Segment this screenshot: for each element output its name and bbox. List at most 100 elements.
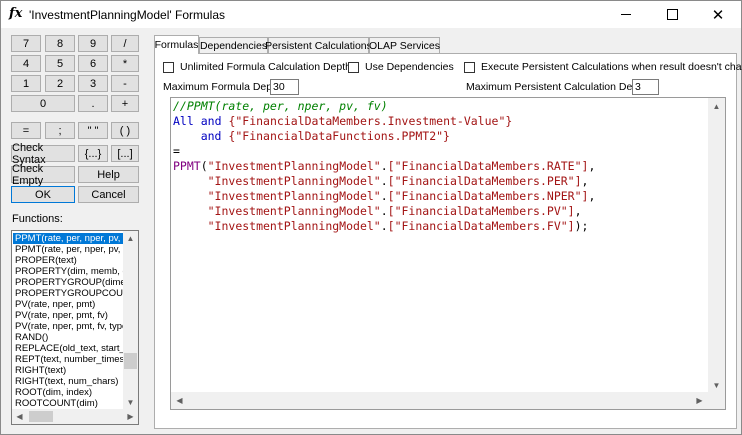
- brackets-button[interactable]: [...]: [111, 145, 139, 162]
- key-plus[interactable]: +: [111, 95, 139, 112]
- function-item[interactable]: REPLACE(old_text, start_num): [13, 343, 124, 354]
- tab-persistent-calculations[interactable]: Persistent Calculations: [265, 37, 372, 53]
- function-item[interactable]: RIGHT(text, num_chars): [13, 376, 124, 387]
- function-item[interactable]: PV(rate, nper, pmt): [13, 299, 124, 310]
- ok-button[interactable]: OK: [11, 186, 75, 203]
- functions-horizontal-scrollbar[interactable]: ◀ ▶: [12, 409, 138, 424]
- code-member-ref: {"FinancialDataMembers.Investment-Value"…: [228, 114, 513, 128]
- key-5[interactable]: 5: [45, 55, 75, 72]
- checkbox-box[interactable]: [464, 61, 475, 73]
- window-title: 'InvestmentPlanningModel' Formulas: [29, 8, 226, 22]
- scroll-thumb[interactable]: [124, 353, 137, 369]
- key-9[interactable]: 9: [78, 35, 108, 52]
- code-function-name: PPMT: [173, 159, 201, 173]
- key-6[interactable]: 6: [78, 55, 108, 72]
- function-item[interactable]: PROPERTYGROUPCOUNT: [13, 288, 124, 299]
- check-empty-button[interactable]: Check Empty: [11, 163, 75, 187]
- scrollbar-corner: [708, 392, 725, 409]
- editor-horizontal-scrollbar[interactable]: ◀ ▶: [171, 392, 708, 409]
- function-item[interactable]: RIGHT(text): [13, 365, 124, 376]
- function-item[interactable]: PROPERTY(dim, memb, group): [13, 266, 124, 277]
- key-minus[interactable]: -: [111, 75, 139, 92]
- functions-list[interactable]: PPMT(rate, per, nper, pv, fv) PPMT(rate,…: [11, 230, 139, 425]
- checkbox-box[interactable]: [163, 61, 174, 73]
- code-arg: ["FinancialDataMembers.NPER"]: [387, 189, 589, 203]
- function-item[interactable]: PV(rate, nper, pmt, fv): [13, 310, 124, 321]
- scroll-right-icon[interactable]: ▶: [123, 409, 138, 424]
- formulas-dialog: fx 'InvestmentPlanningModel' Formulas ✕ …: [0, 0, 742, 435]
- function-item[interactable]: RAND(): [13, 332, 124, 343]
- function-item[interactable]: ROOT(dim, index): [13, 387, 124, 398]
- formula-editor[interactable]: //PPMT(rate, per, nper, pv, fv) All and …: [170, 97, 726, 410]
- minimize-icon: [621, 14, 631, 15]
- maximize-icon: [666, 9, 678, 20]
- key-2[interactable]: 2: [45, 75, 75, 92]
- execute-persistent-checkbox[interactable]: Execute Persistent Calculations when res…: [464, 61, 742, 73]
- close-button[interactable]: ✕: [695, 1, 741, 28]
- code-keyword-all: All: [173, 114, 194, 128]
- title-bar[interactable]: fx 'InvestmentPlanningModel' Formulas ✕: [1, 1, 741, 28]
- fx-icon: fx: [9, 6, 23, 21]
- cancel-button[interactable]: Cancel: [78, 186, 139, 203]
- code-model-ref: "InvestmentPlanningModel": [207, 174, 381, 188]
- use-dependencies-label: Use Dependencies: [365, 61, 454, 73]
- function-item[interactable]: REPT(text, number_times): [13, 354, 124, 365]
- key-8[interactable]: 8: [45, 35, 75, 52]
- code-keyword-and: and: [200, 114, 222, 128]
- code-arg: ["FinancialDataMembers.RATE"]: [387, 159, 589, 173]
- key-0[interactable]: 0: [11, 95, 75, 112]
- code-arg: ["FinancialDataMembers.PV"]: [387, 204, 575, 218]
- key-3[interactable]: 3: [78, 75, 108, 92]
- maximize-button[interactable]: [649, 1, 695, 28]
- tab-formulas[interactable]: Formulas: [154, 35, 199, 54]
- code-member-ref: {"FinancialDataFunctions.PPMT2"}: [228, 129, 450, 143]
- key-multiply[interactable]: *: [111, 55, 139, 72]
- functions-vertical-scrollbar[interactable]: ▲ ▼: [123, 231, 138, 410]
- function-item[interactable]: PPMT(rate, per, nper, pv, fv, type): [13, 244, 124, 255]
- use-dependencies-checkbox[interactable]: Use Dependencies: [348, 61, 454, 73]
- scroll-thumb[interactable]: [29, 411, 53, 422]
- help-button[interactable]: Help: [78, 166, 139, 183]
- max-persistent-depth-input[interactable]: 3: [632, 79, 659, 95]
- check-syntax-button[interactable]: Check Syntax: [11, 142, 75, 166]
- formula-code[interactable]: //PPMT(rate, per, nper, pv, fv) All and …: [173, 99, 707, 234]
- code-arg: ["FinancialDataMembers.FV"]: [387, 219, 575, 233]
- functions-items: PPMT(rate, per, nper, pv, fv) PPMT(rate,…: [13, 233, 124, 409]
- key-equals[interactable]: =: [11, 122, 41, 139]
- key-7[interactable]: 7: [11, 35, 41, 52]
- scroll-right-icon[interactable]: ▶: [691, 392, 708, 409]
- code-equals: =: [173, 144, 180, 158]
- function-item[interactable]: ROOTCOUNT(dim): [13, 398, 124, 409]
- key-parens[interactable]: ( ): [111, 122, 139, 139]
- key-semicolon[interactable]: ;: [45, 122, 75, 139]
- code-model-ref: "InvestmentPlanningModel": [207, 159, 381, 173]
- code-model-ref: "InvestmentPlanningModel": [207, 204, 381, 218]
- code-model-ref: "InvestmentPlanningModel": [207, 189, 381, 203]
- function-item[interactable]: PROPERTYGROUP(dimension): [13, 277, 124, 288]
- key-quotes[interactable]: " ": [78, 122, 108, 139]
- editor-vertical-scrollbar[interactable]: ▲ ▼: [708, 98, 725, 394]
- close-icon: ✕: [711, 5, 725, 24]
- minimize-button[interactable]: [603, 1, 649, 28]
- scroll-left-icon[interactable]: ◀: [171, 392, 188, 409]
- key-decimal[interactable]: .: [78, 95, 108, 112]
- key-4[interactable]: 4: [11, 55, 41, 72]
- scroll-left-icon[interactable]: ◀: [12, 409, 27, 424]
- function-item[interactable]: PROPER(text): [13, 255, 124, 266]
- function-item[interactable]: PV(rate, nper, pmt, fv, type): [13, 321, 124, 332]
- braces-button[interactable]: {...}: [78, 145, 108, 162]
- scroll-up-icon[interactable]: ▲: [708, 98, 725, 115]
- max-persistent-depth-label: Maximum Persistent Calculation Depth:: [466, 81, 650, 93]
- key-1[interactable]: 1: [11, 75, 41, 92]
- key-divide[interactable]: /: [111, 35, 139, 52]
- code-keyword-and: and: [200, 129, 222, 143]
- function-item[interactable]: PPMT(rate, per, nper, pv, fv): [13, 233, 124, 244]
- scroll-up-icon[interactable]: ▲: [123, 231, 138, 246]
- functions-label: Functions:: [12, 213, 63, 225]
- checkbox-box[interactable]: [348, 61, 359, 73]
- tab-olap-services[interactable]: OLAP Services: [369, 37, 440, 53]
- tab-dependencies[interactable]: Dependencies: [199, 37, 268, 53]
- max-formula-depth-input[interactable]: 30: [270, 79, 299, 95]
- scroll-down-icon[interactable]: ▼: [123, 395, 138, 410]
- unlimited-depth-checkbox[interactable]: Unlimited Formula Calculation Depth: [163, 61, 351, 73]
